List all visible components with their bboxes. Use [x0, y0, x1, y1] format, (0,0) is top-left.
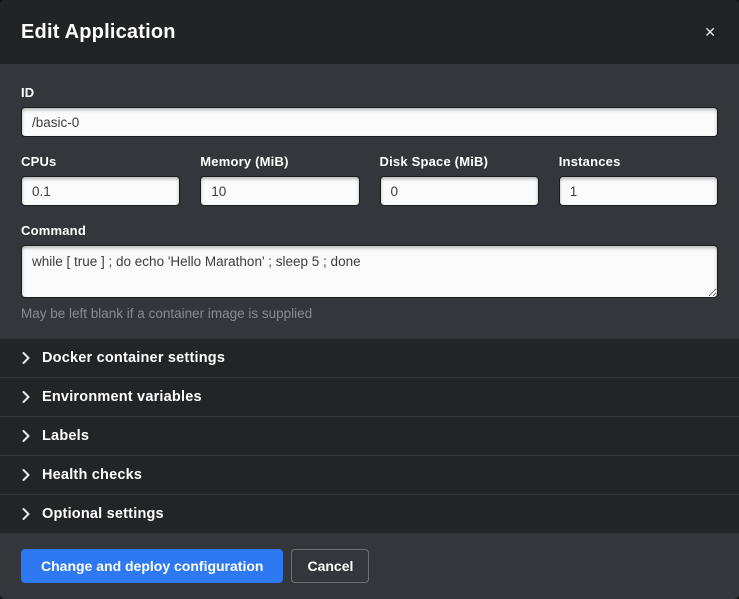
change-and-deploy-button[interactable]: Change and deploy configuration [21, 549, 283, 583]
cpus-input[interactable] [21, 176, 180, 206]
accordion-sections: Docker container settings Environment va… [0, 339, 739, 533]
command-textarea[interactable]: while [ true ] ; do echo 'Hello Marathon… [21, 245, 718, 298]
command-field-group: Command while [ true ] ; do echo 'Hello … [21, 223, 718, 321]
chevron-right-icon [21, 469, 31, 481]
section-labels[interactable]: Labels [0, 416, 739, 455]
disk-input[interactable] [380, 176, 539, 206]
section-label: Environment variables [42, 389, 202, 405]
chevron-right-icon [21, 352, 31, 364]
section-label: Health checks [42, 467, 142, 483]
section-docker-container-settings[interactable]: Docker container settings [0, 339, 739, 377]
instances-field-group: Instances [559, 154, 718, 206]
cancel-button[interactable]: Cancel [291, 549, 369, 583]
memory-field-group: Memory (MiB) [200, 154, 359, 206]
id-input[interactable] [21, 107, 718, 137]
disk-field-group: Disk Space (MiB) [380, 154, 539, 206]
instances-label: Instances [559, 154, 718, 169]
modal-title: Edit Application [21, 21, 176, 44]
section-health-checks[interactable]: Health checks [0, 455, 739, 494]
section-label: Labels [42, 428, 89, 444]
id-field-group: ID [21, 85, 718, 137]
section-label: Optional settings [42, 506, 164, 522]
cpus-field-group: CPUs [21, 154, 180, 206]
section-optional-settings[interactable]: Optional settings [0, 494, 739, 533]
command-help-text: May be left blank if a container image i… [21, 306, 718, 321]
cpus-label: CPUs [21, 154, 180, 169]
application-form: ID CPUs Memory (MiB) Disk Space (MiB) In… [0, 64, 739, 339]
disk-label: Disk Space (MiB) [380, 154, 539, 169]
chevron-right-icon [21, 508, 31, 520]
section-environment-variables[interactable]: Environment variables [0, 377, 739, 416]
memory-input[interactable] [200, 176, 359, 206]
modal-header: Edit Application ✕ [0, 0, 739, 64]
chevron-right-icon [21, 430, 31, 442]
section-label: Docker container settings [42, 350, 225, 366]
modal-footer: Change and deploy configuration Cancel [0, 533, 739, 599]
command-label: Command [21, 223, 718, 238]
chevron-right-icon [21, 391, 31, 403]
memory-label: Memory (MiB) [200, 154, 359, 169]
id-label: ID [21, 85, 718, 100]
close-icon[interactable]: ✕ [702, 21, 718, 43]
edit-application-modal: Edit Application ✕ ID CPUs Memory (MiB) … [0, 0, 739, 599]
instances-input[interactable] [559, 176, 718, 206]
resources-row: CPUs Memory (MiB) Disk Space (MiB) Insta… [21, 154, 718, 206]
